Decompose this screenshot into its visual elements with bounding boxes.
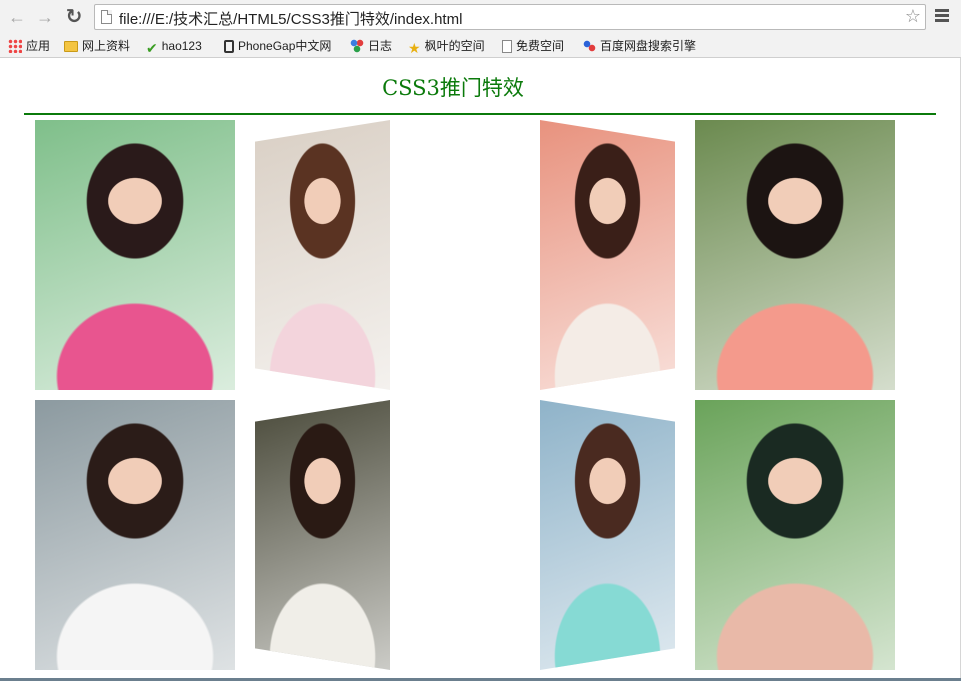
hao123-icon: ✔ xyxy=(146,40,158,56)
bookmark-label: 免费空间 xyxy=(516,39,565,53)
bookmark-mianfei[interactable]: 免费空间 xyxy=(502,37,564,55)
bookmark-label: 网上资料 xyxy=(82,39,131,53)
photo-image xyxy=(695,400,895,670)
photo-image xyxy=(540,120,675,390)
bookmark-fengye[interactable]: ★ 枫叶的空间 xyxy=(408,37,485,55)
bookmark-rizhi[interactable]: 日志 xyxy=(350,37,392,55)
photo-girl-blue-bow[interactable] xyxy=(540,120,675,390)
apps-grid-icon xyxy=(8,39,22,53)
bookmark-label: PhoneGap中文网 xyxy=(238,39,332,53)
star-badge-icon: ★ xyxy=(408,40,421,56)
bookmark-label: 应用 xyxy=(26,39,51,53)
bookmark-apps[interactable]: 应用 xyxy=(8,37,50,55)
bookmark-hao123[interactable]: ✔ hao123 xyxy=(146,37,202,55)
arrow-right-icon[interactable]: → xyxy=(34,6,56,28)
hamburger-menu-icon[interactable] xyxy=(934,7,950,27)
photo-girl-cyan-cardigan[interactable] xyxy=(540,400,675,670)
photo-girl-flower-hair[interactable] xyxy=(695,120,895,390)
circles-icon xyxy=(350,39,364,53)
photo-image xyxy=(255,400,390,670)
bookmark-label: hao123 xyxy=(161,39,202,53)
page-icon xyxy=(101,10,112,24)
bookmark-label: 百度网盘搜索引擎 xyxy=(600,39,697,53)
document-icon xyxy=(502,40,512,53)
bookmark-label: 日志 xyxy=(368,39,393,53)
bookmark-phonegap[interactable]: PhoneGap中文网 xyxy=(224,37,331,55)
bookmark-label: 枫叶的空间 xyxy=(424,39,485,53)
photo-girl-white-top[interactable] xyxy=(35,400,235,670)
bookmarks-bar: 应用 网上资料 ✔ hao123 PhoneGap中文网 日志 ★ 枫叶的空间 免费… xyxy=(0,34,961,58)
photo-girl-flower-crown[interactable] xyxy=(695,400,895,670)
folder-icon xyxy=(64,41,78,52)
bookmark-wangshang[interactable]: 网上资料 xyxy=(64,37,130,55)
photo-image xyxy=(35,400,235,670)
page-viewport: CSS3推门特效 xyxy=(0,58,961,681)
photo-image xyxy=(695,120,895,390)
star-icon[interactable]: ☆ xyxy=(905,6,921,27)
title-divider xyxy=(24,113,936,115)
reload-icon[interactable]: ↻ xyxy=(63,6,85,28)
browser-toolbar: ← → ↻ file:///E:/技术汇总/HTML5/CSS3推门特效/ind… xyxy=(0,0,961,34)
photo-image xyxy=(255,120,390,390)
phone-icon xyxy=(224,40,234,53)
photo-girl-pink-stripes[interactable] xyxy=(35,120,235,390)
bookmark-baidu[interactable]: 百度网盘搜索引擎 xyxy=(582,37,696,55)
photo-image xyxy=(35,120,235,390)
arrow-left-icon[interactable]: ← xyxy=(6,6,28,28)
photo-girl-floral-shirt[interactable] xyxy=(255,400,390,670)
photo-girl-pink-sweater[interactable] xyxy=(255,120,390,390)
address-bar[interactable]: file:///E:/技术汇总/HTML5/CSS3推门特效/index.htm… xyxy=(94,4,926,30)
photo-image xyxy=(540,400,675,670)
page-title: CSS3推门特效 xyxy=(382,76,524,100)
baidu-icon xyxy=(582,39,596,53)
url-text[interactable]: file:///E:/技术汇总/HTML5/CSS3推门特效/index.htm… xyxy=(119,8,462,29)
